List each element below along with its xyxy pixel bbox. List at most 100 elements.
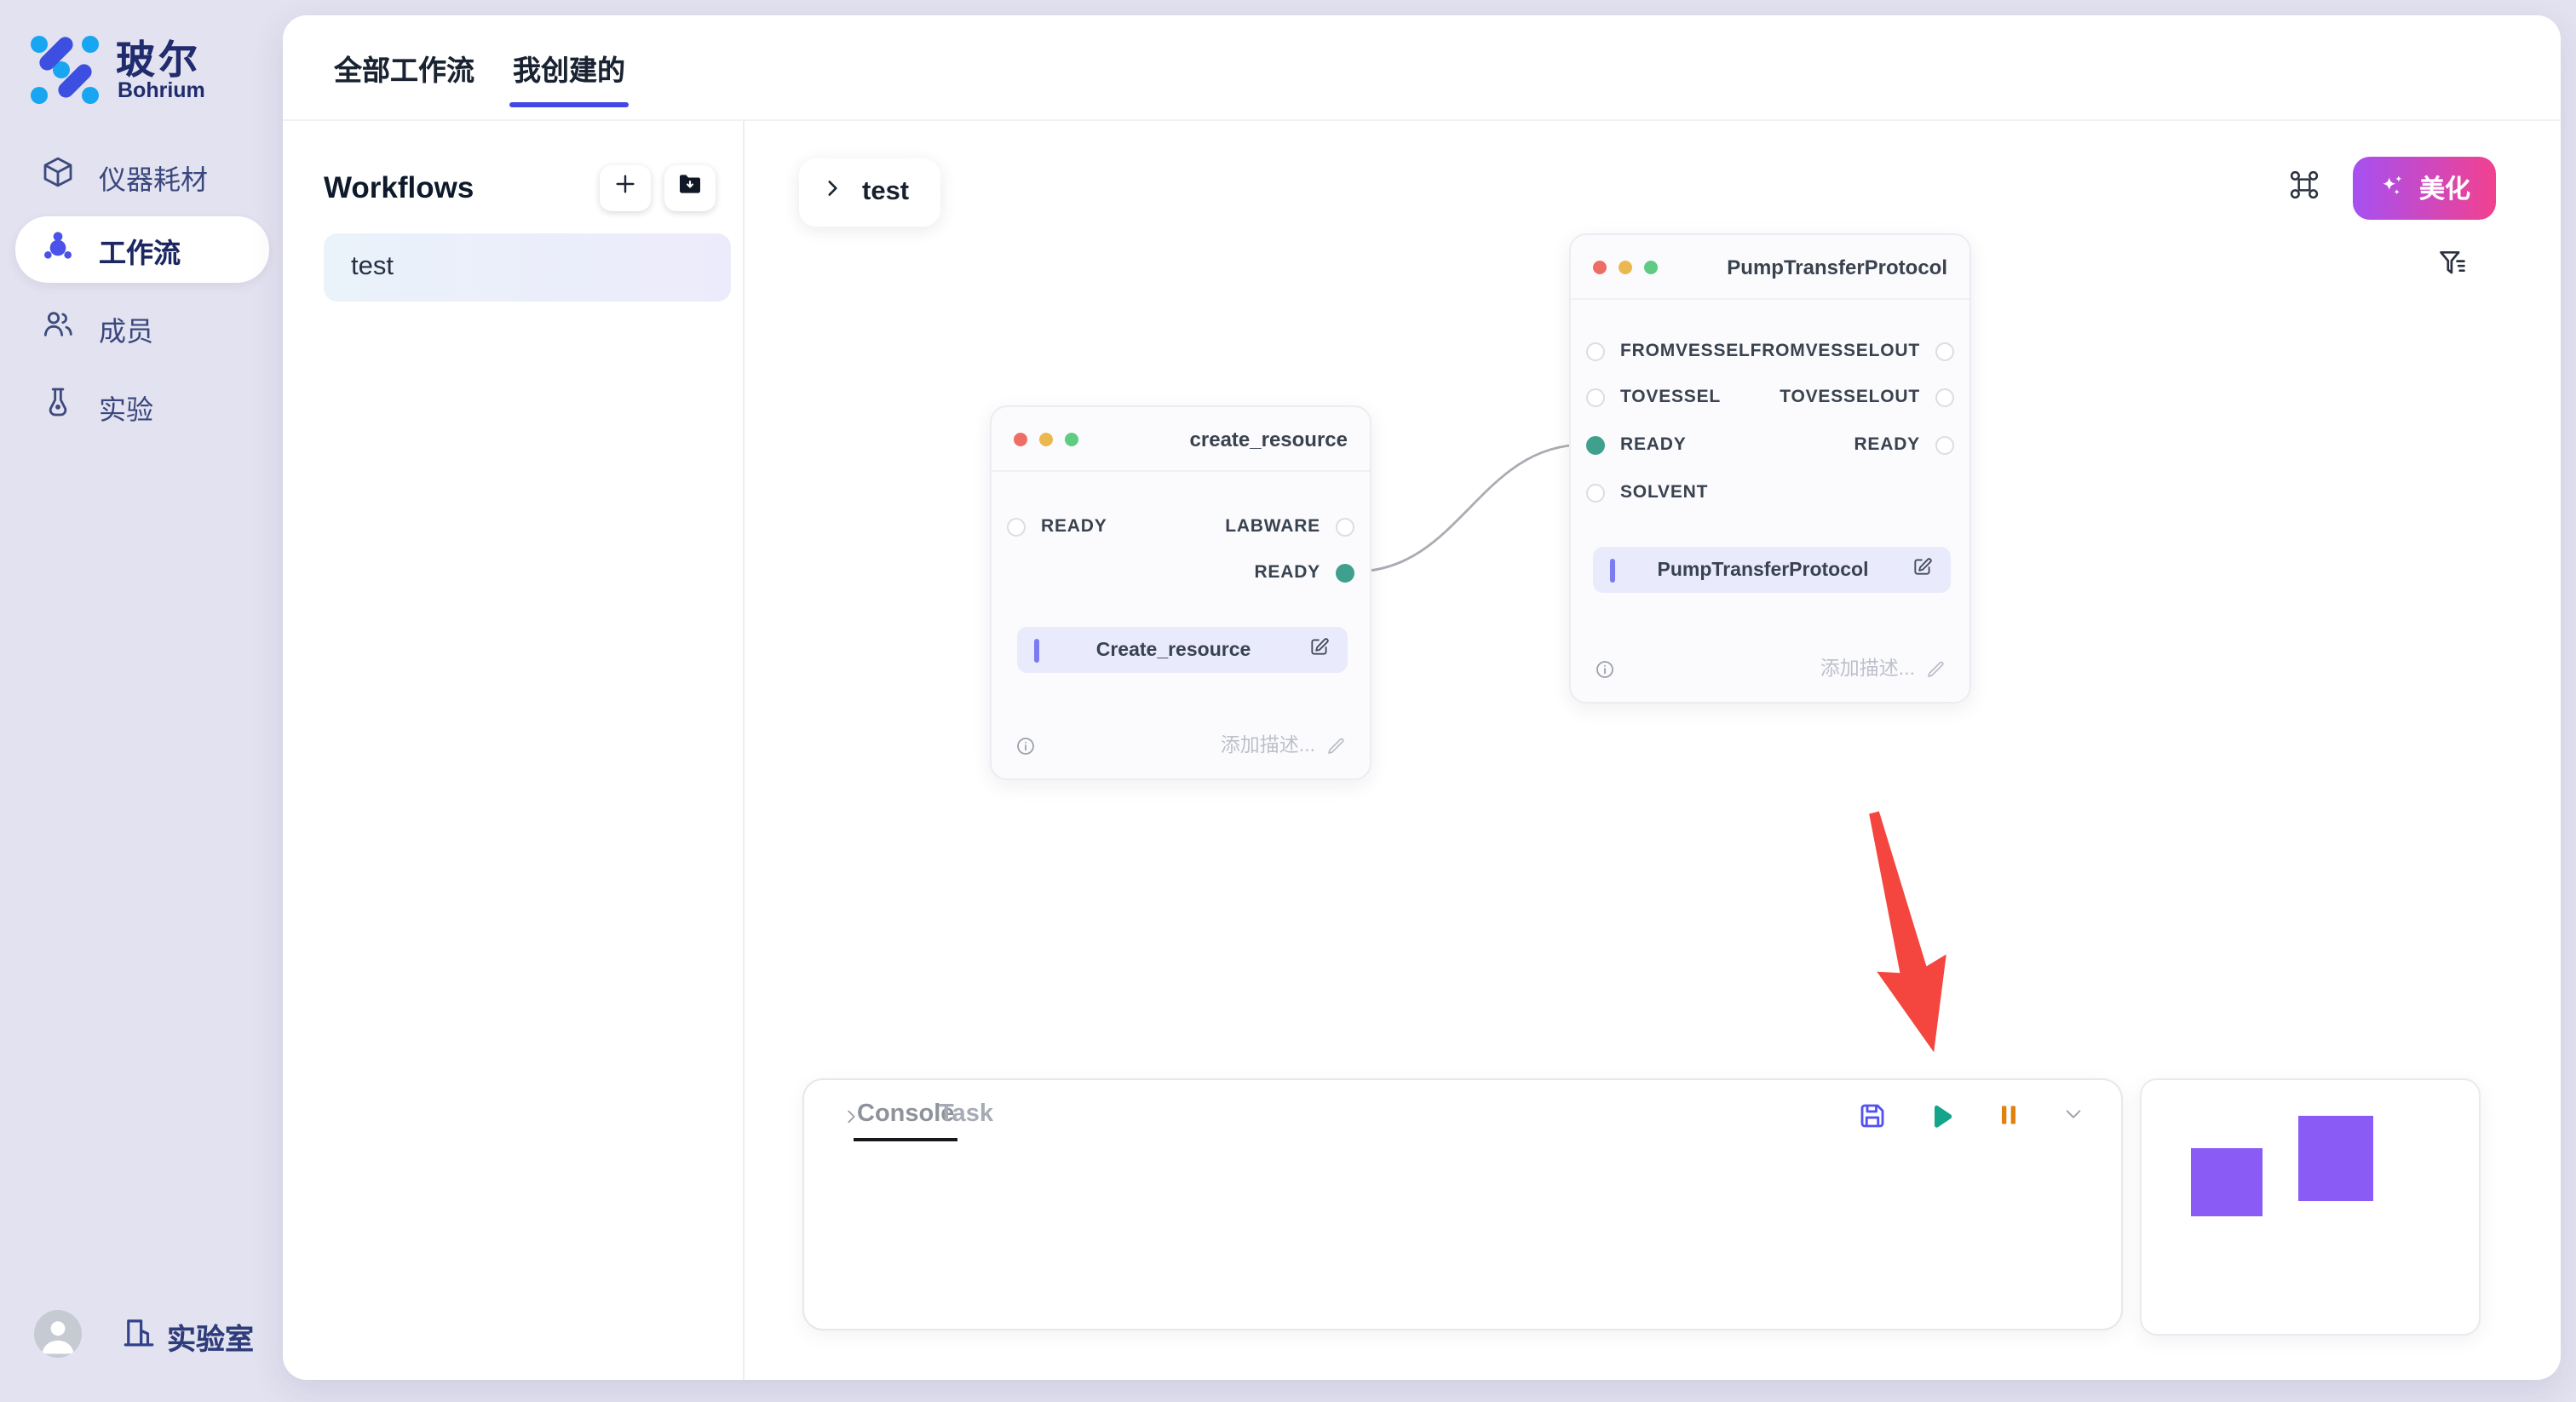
- brand-name-en: Bohrium: [118, 78, 205, 102]
- tab-all-workflows[interactable]: 全部工作流: [334, 15, 474, 119]
- edit-icon[interactable]: [1308, 635, 1348, 665]
- node-pump-transfer-protocol[interactable]: PumpTransferProtocol FROMVESSEL FROMVESS…: [1569, 233, 1971, 704]
- workflow-list-item-test[interactable]: test: [324, 233, 731, 302]
- sidebar-item-label: 工作流: [99, 229, 181, 270]
- port-label: TOVESSELOUT: [1780, 387, 1920, 407]
- beautify-button[interactable]: 美化: [2353, 157, 2496, 220]
- lab-label: 实验室: [167, 1315, 254, 1358]
- port-label: LABWARE: [1225, 516, 1320, 537]
- sidebar-item-label: 成员: [99, 307, 153, 348]
- run-button[interactable]: [1923, 1100, 1956, 1133]
- description-field[interactable]: 添加描述...: [1221, 730, 1346, 757]
- port-handle[interactable]: [1935, 435, 1954, 454]
- traffic-lights-icon: [1014, 432, 1078, 445]
- port-out-ready: READY: [1854, 434, 1954, 455]
- port-label: READY: [1041, 516, 1107, 537]
- command-icon: [2288, 179, 2320, 208]
- node-function-pill[interactable]: Create_resource: [1017, 627, 1348, 673]
- sidebar-item-members[interactable]: 成员: [15, 295, 269, 361]
- main-panel: 全部工作流 我创建的 Workflows test: [283, 15, 2561, 1380]
- chevron-right-icon: [821, 177, 843, 208]
- annotation-arrow: [1839, 804, 1969, 1061]
- description-placeholder: 添加描述...: [1221, 730, 1315, 757]
- info-icon[interactable]: [1015, 733, 1036, 754]
- building-icon: [121, 1313, 157, 1359]
- minimap-node-create-resource: [2191, 1148, 2263, 1216]
- pause-button[interactable]: [1995, 1100, 2022, 1129]
- port-handle[interactable]: [1935, 342, 1954, 360]
- port-handle[interactable]: [1586, 388, 1605, 406]
- sidebar: 玻尔 Bohrium 仪器耗材 工作流 成员: [0, 0, 283, 1402]
- breadcrumb[interactable]: test: [799, 158, 940, 227]
- avatar[interactable]: [34, 1310, 82, 1358]
- workflow-canvas[interactable]: test 美化: [745, 121, 2561, 1380]
- sidebar-item-label: 仪器耗材: [99, 156, 208, 197]
- port-handle-connected[interactable]: [1336, 563, 1354, 582]
- pill-label: Create_resource: [1038, 640, 1308, 660]
- sidebar-item-experiments[interactable]: 实验: [15, 373, 269, 440]
- port-handle[interactable]: [1007, 517, 1026, 536]
- port-handle[interactable]: [1336, 517, 1354, 536]
- node-title: create_resource: [1190, 427, 1348, 451]
- filter-button[interactable]: [2436, 247, 2470, 281]
- description-placeholder: 添加描述...: [1820, 653, 1915, 681]
- command-palette-button[interactable]: [2288, 169, 2326, 206]
- port-in-solvent: SOLVENT: [1586, 482, 1708, 503]
- port-label: READY: [1854, 434, 1920, 455]
- breadcrumb-label: test: [862, 177, 909, 208]
- save-button[interactable]: [1857, 1100, 1888, 1131]
- pill-label: PumpTransferProtocol: [1614, 560, 1912, 580]
- experiment-icon: [41, 385, 75, 428]
- port-out-fromvesselout: FROMVESSELOUT: [1751, 341, 1954, 361]
- tab-created-by-me[interactable]: 我创建的: [513, 15, 625, 119]
- collapse-console-button[interactable]: [2058, 1106, 2089, 1124]
- minimap[interactable]: [2140, 1078, 2481, 1336]
- import-folder-button[interactable]: [664, 164, 716, 210]
- bohrium-workflow-app: 玻尔 Bohrium 仪器耗材 工作流 成员: [0, 0, 2576, 1402]
- port-label: SOLVENT: [1620, 482, 1708, 503]
- folder-download-icon: [676, 170, 704, 205]
- brand-name-zh: 玻尔: [116, 27, 201, 85]
- port-in-fromvessel: FROMVESSEL: [1586, 341, 1751, 361]
- port-handle[interactable]: [1586, 342, 1605, 360]
- port-in-ready: READY: [1007, 516, 1107, 537]
- edit-icon[interactable]: [1912, 554, 1951, 585]
- plus-icon: [612, 170, 639, 205]
- edge-create-to-pump: [1354, 445, 1584, 572]
- lab-switcher[interactable]: 实验室: [121, 1313, 254, 1359]
- workflows-title: Workflows: [324, 170, 586, 205]
- port-label: TOVESSEL: [1620, 387, 1721, 407]
- console-panel: Console Task: [802, 1078, 2123, 1330]
- members-icon: [41, 307, 75, 349]
- bohrium-logo-icon: [26, 26, 101, 101]
- sidebar-item-workflow[interactable]: 工作流: [15, 216, 269, 283]
- sparkles-icon: [2378, 171, 2407, 205]
- task-tab[interactable]: Task: [939, 1100, 993, 1136]
- workflows-panel: Workflows test: [283, 121, 745, 1380]
- node-header[interactable]: PumpTransferProtocol: [1571, 235, 1969, 300]
- info-icon[interactable]: [1595, 657, 1615, 677]
- sidebar-item-instruments[interactable]: 仪器耗材: [15, 143, 269, 210]
- port-label: READY: [1254, 562, 1320, 583]
- port-handle[interactable]: [1586, 483, 1605, 502]
- add-workflow-button[interactable]: [600, 164, 651, 210]
- port-out-labware: LABWARE: [1225, 516, 1354, 537]
- port-handle[interactable]: [1935, 388, 1954, 406]
- description-field[interactable]: 添加描述...: [1820, 653, 1946, 681]
- port-handle-connected[interactable]: [1586, 435, 1605, 454]
- filter-icon: [2436, 257, 2469, 286]
- pencil-icon: [1925, 657, 1946, 677]
- node-header[interactable]: create_resource: [992, 407, 1370, 472]
- traffic-lights-icon: [1593, 260, 1658, 273]
- node-function-pill[interactable]: PumpTransferProtocol: [1593, 547, 1951, 593]
- port-label: FROMVESSEL: [1620, 341, 1751, 361]
- pencil-icon: [1325, 733, 1346, 754]
- port-out-tovesselout: TOVESSELOUT: [1780, 387, 1954, 407]
- workflow-icon: [41, 228, 75, 271]
- package-icon: [41, 155, 75, 198]
- node-create-resource[interactable]: create_resource READY LABWARE READY Crea…: [990, 405, 1371, 780]
- port-in-ready: READY: [1586, 434, 1687, 455]
- beautify-label: 美化: [2419, 170, 2470, 206]
- node-title: PumpTransferProtocol: [1727, 255, 1947, 279]
- workflow-tabbar: 全部工作流 我创建的: [283, 15, 2561, 121]
